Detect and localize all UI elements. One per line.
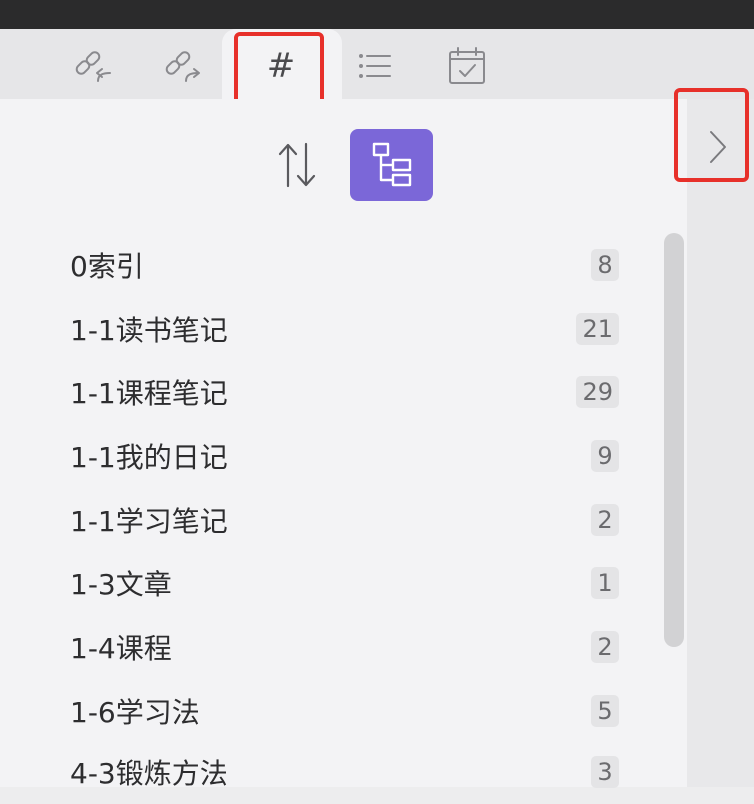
hash-icon: # bbox=[266, 46, 296, 86]
tag-label: 1-4课程 bbox=[70, 632, 172, 666]
tab-calendar[interactable] bbox=[447, 46, 487, 86]
window-top-bar bbox=[0, 0, 754, 29]
list-icon bbox=[359, 54, 391, 78]
right-sidebar-edge bbox=[687, 99, 754, 787]
link-forward-icon bbox=[165, 51, 200, 82]
tab-outline[interactable] bbox=[354, 46, 394, 86]
tag-label: 1-3文章 bbox=[70, 568, 172, 602]
tag-item[interactable]: 1-1学习笔记 2 bbox=[0, 488, 640, 552]
link-backward-icon bbox=[75, 51, 111, 82]
tag-count-badge: 5 bbox=[591, 694, 619, 727]
tag-label: 0索引 bbox=[70, 249, 144, 283]
tag-item[interactable]: 1-4课程 2 bbox=[0, 615, 640, 679]
tag-count-badge: 8 bbox=[591, 248, 619, 281]
tag-item[interactable]: 1-6学习法 5 bbox=[0, 679, 640, 743]
scrollbar-thumb[interactable] bbox=[664, 233, 684, 647]
tab-tags[interactable]: # bbox=[261, 46, 301, 86]
tag-count-badge: 29 bbox=[576, 376, 619, 409]
tag-item[interactable]: 4-3锻炼方法 3 bbox=[0, 740, 640, 804]
sort-arrows-icon bbox=[278, 142, 316, 188]
tag-count-badge: 2 bbox=[591, 503, 619, 536]
tag-item[interactable]: 1-1课程笔记 29 bbox=[0, 360, 640, 424]
tag-item[interactable]: 0索引 8 bbox=[0, 233, 640, 297]
tag-label: 1-6学习法 bbox=[70, 695, 200, 729]
tag-label: 1-1学习笔记 bbox=[70, 504, 228, 538]
tab-backlinks[interactable] bbox=[74, 46, 114, 86]
chevron-right-icon bbox=[710, 131, 726, 163]
tag-count-badge: 1 bbox=[591, 567, 619, 600]
tree-view-toggle[interactable] bbox=[350, 129, 433, 201]
tag-item[interactable]: 1-3文章 1 bbox=[0, 552, 640, 616]
tag-count-badge: 2 bbox=[591, 631, 619, 664]
tab-outgoing-links[interactable] bbox=[164, 46, 204, 86]
tag-item[interactable]: 1-1我的日记 9 bbox=[0, 424, 640, 488]
tree-view-icon bbox=[372, 142, 411, 187]
tag-item[interactable]: 1-1读书笔记 21 bbox=[0, 297, 640, 361]
collapse-panel-button[interactable] bbox=[696, 118, 740, 176]
sort-button[interactable] bbox=[270, 135, 324, 195]
tag-label: 4-3锻炼方法 bbox=[70, 756, 228, 790]
tag-count-badge: 21 bbox=[576, 312, 619, 345]
tag-count-badge: 3 bbox=[591, 755, 619, 788]
calendar-check-icon bbox=[449, 47, 485, 84]
tag-count-badge: 9 bbox=[591, 439, 619, 472]
tag-label: 1-1课程笔记 bbox=[70, 377, 228, 411]
tag-label: 1-1读书笔记 bbox=[70, 313, 228, 347]
tag-label: 1-1我的日记 bbox=[70, 440, 228, 474]
